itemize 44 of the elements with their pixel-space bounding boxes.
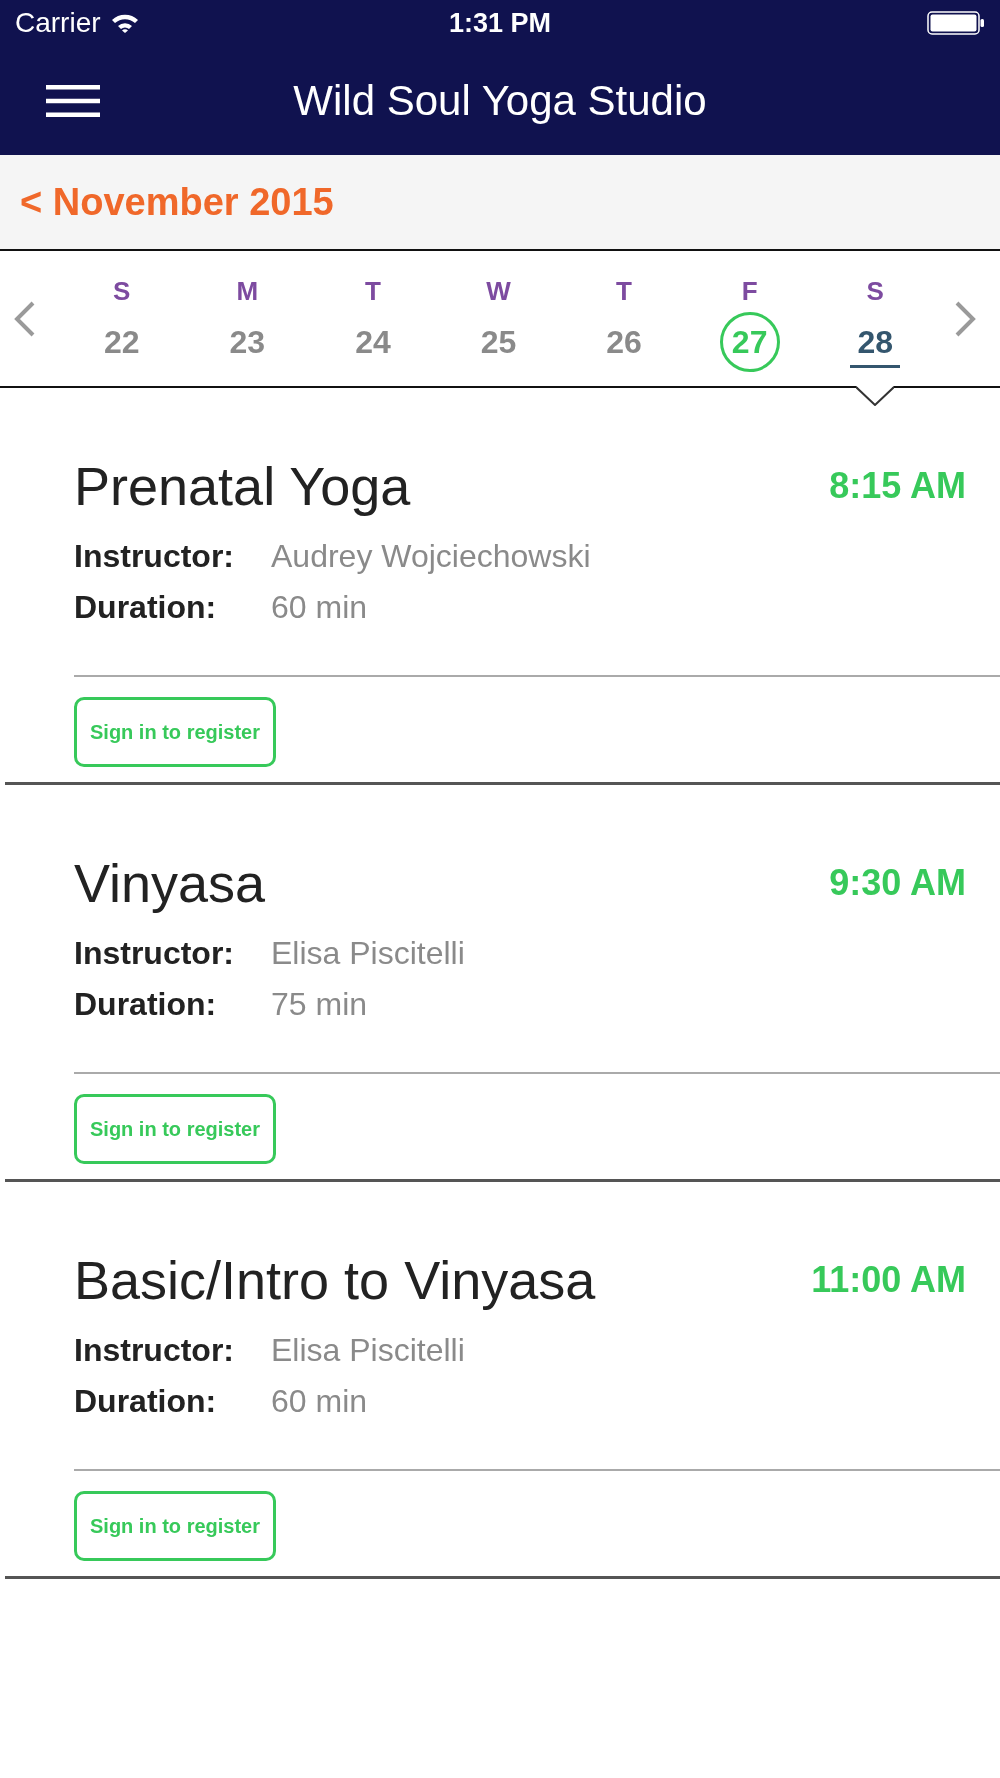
class-title: Basic/Intro to Vinyasa <box>74 1250 596 1310</box>
instructor-label: Instructor: <box>74 1331 235 1370</box>
duration-value: 60 min <box>271 588 369 627</box>
class-title: Vinyasa <box>74 853 266 913</box>
sign-in-register-button[interactable]: Sign in to register <box>74 1094 276 1164</box>
duration-label: Duration: <box>74 1382 218 1421</box>
date-button[interactable]: 27 <box>719 312 780 372</box>
sign-in-register-button[interactable]: Sign in to register <box>74 697 276 767</box>
instructor-name: Elisa Piscitelli <box>271 1331 466 1370</box>
menu-icon <box>46 84 100 117</box>
class-time: 9:30 AM <box>829 861 966 905</box>
weekday-label: S <box>866 275 884 307</box>
sign-in-register-button[interactable]: Sign in to register <box>74 1491 276 1561</box>
date-button[interactable]: 23 <box>217 312 278 372</box>
weekday-label: T <box>364 275 381 307</box>
wifi-icon <box>110 13 139 33</box>
weekday-label: M <box>236 275 259 307</box>
date-button[interactable]: 26 <box>594 312 655 372</box>
date-button[interactable]: 24 <box>342 312 403 372</box>
duration-label: Duration: <box>74 588 218 627</box>
date-button[interactable]: 28 <box>850 318 901 368</box>
chevron-right-icon <box>954 300 976 337</box>
weekday-label: T <box>616 275 632 307</box>
date-button[interactable]: 22 <box>91 312 152 372</box>
month-back-link[interactable]: < November 2015 <box>20 180 334 224</box>
instructor-name: Audrey Wojciechowski <box>271 537 592 576</box>
duration-label: Duration: <box>74 985 218 1024</box>
battery-icon <box>927 11 985 35</box>
carrier-label: Carrier <box>15 7 101 39</box>
instructor-label: Instructor: <box>74 537 235 576</box>
duration-value: 60 min <box>271 1382 369 1421</box>
class-time: 8:15 AM <box>829 464 966 508</box>
weekday-label: W <box>486 275 511 307</box>
studio-title: Wild Soul Yoga Studio <box>292 75 708 126</box>
class-time: 11:00 AM <box>811 1258 966 1302</box>
date-button[interactable]: 25 <box>468 312 529 372</box>
chevron-left-icon <box>13 300 36 337</box>
duration-value: 75 min <box>271 985 369 1024</box>
instructor-label: Instructor: <box>74 934 235 973</box>
weekday-label: F <box>741 275 758 307</box>
clock-time: 1:31 PM <box>447 7 552 39</box>
weekday-label: S <box>113 275 131 307</box>
class-title: Prenatal Yoga <box>74 456 411 516</box>
instructor-name: Elisa Piscitelli <box>271 934 466 973</box>
